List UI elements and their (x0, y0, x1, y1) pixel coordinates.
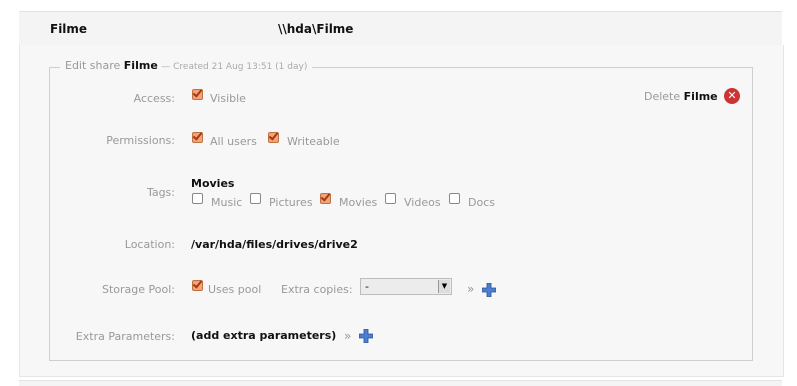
extra-params-raquo: » (344, 329, 352, 343)
extra-parameters-label: Extra Parameters: (75, 330, 175, 343)
delete-prefix: Delete (644, 90, 681, 103)
all-users-checkbox[interactable] (192, 132, 203, 143)
edit-share-fieldset (49, 67, 753, 361)
share-name[interactable]: Filme (50, 22, 87, 36)
storage-pool-raquo: » (467, 282, 475, 296)
next-share-row[interactable] (19, 380, 782, 386)
uses-pool-label: Uses pool (208, 283, 262, 296)
delete-share-label[interactable]: Delete Filme (644, 90, 718, 103)
uses-pool-checkbox[interactable] (192, 280, 203, 291)
tag-pictures-label: Pictures (269, 196, 313, 209)
tag-videos-checkbox[interactable] (385, 193, 396, 204)
tag-music-label: Music (211, 196, 243, 209)
visible-checkbox[interactable] (192, 89, 203, 100)
chevron-down-icon[interactable]: ▼ (438, 280, 450, 293)
extra-copies-value: - (365, 280, 369, 293)
tags-current: Movies (191, 177, 235, 190)
tag-docs-label: Docs (468, 196, 495, 209)
tag-docs-checkbox[interactable] (449, 193, 460, 204)
plus-icon[interactable] (359, 329, 373, 343)
location-label: Location: (124, 238, 175, 251)
add-extra-parameters-link[interactable]: (add extra parameters) (191, 329, 336, 342)
extra-copies-select[interactable]: - ▼ (360, 278, 452, 295)
delete-icon[interactable]: ✕ (724, 88, 740, 104)
tag-pictures-checkbox[interactable] (250, 193, 261, 204)
access-label: Access: (133, 92, 175, 105)
share-row[interactable]: Filme \\hda\Filme (19, 11, 782, 47)
delete-share-name: Filme (683, 90, 718, 103)
edit-share-legend: Edit share Filme — Created 21 Aug 13:51 … (60, 59, 313, 72)
writeable-checkbox[interactable] (268, 132, 279, 143)
tag-movies-checkbox[interactable] (320, 193, 331, 204)
extra-copies-label: Extra copies: (281, 283, 353, 296)
location-value: /var/hda/files/drives/drive2 (191, 238, 358, 251)
legend-share-name: Filme (123, 59, 158, 72)
storage-pool-label: Storage Pool: (102, 283, 175, 296)
visible-label: Visible (210, 92, 246, 105)
tags-label: Tags: (146, 186, 175, 199)
tag-movies-label: Movies (339, 196, 378, 209)
writeable-label: Writeable (287, 135, 340, 148)
tag-music-checkbox[interactable] (192, 193, 203, 204)
legend-created: — Created 21 Aug 13:51 (1 day) (161, 62, 308, 72)
share-path: \\hda\Filme (278, 22, 354, 36)
legend-prefix: Edit share (65, 59, 121, 72)
tag-videos-label: Videos (404, 196, 441, 209)
plus-icon[interactable] (482, 283, 496, 297)
permissions-label: Permissions: (106, 134, 175, 147)
all-users-label: All users (210, 135, 257, 148)
